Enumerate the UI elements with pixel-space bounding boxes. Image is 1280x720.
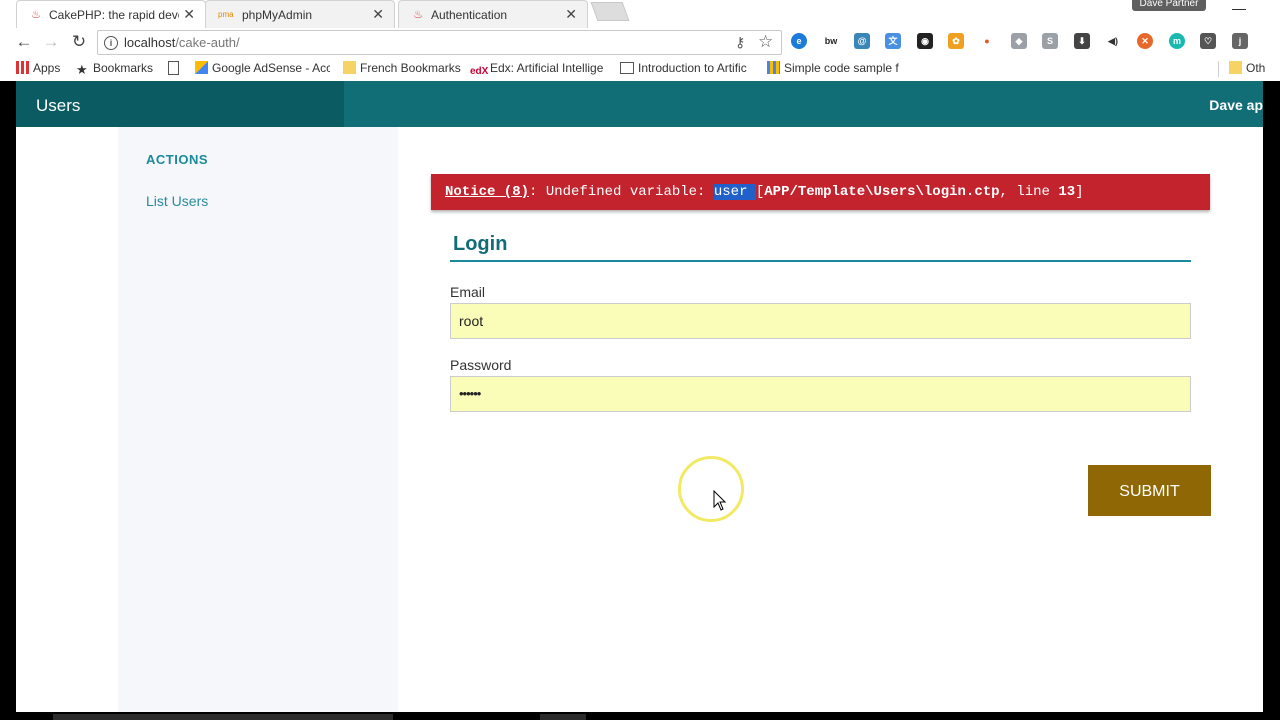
extension-skype-icon[interactable]: S	[1042, 33, 1058, 49]
bookmark-bookmarks[interactable]: ★ Bookmarks	[76, 61, 153, 76]
password-label: Password	[450, 357, 512, 373]
bookmark-separator	[1218, 61, 1219, 77]
cursor-highlight	[678, 456, 744, 522]
close-icon[interactable]: ✕	[372, 6, 384, 23]
extension-globe-icon[interactable]: e	[791, 33, 807, 49]
bookmark-other[interactable]: Oth	[1229, 61, 1269, 75]
info-icon[interactable]: i	[104, 36, 118, 50]
notice-loc-mid: , line	[999, 184, 1059, 200]
address-bar[interactable]: i localhost/cake-auth/ ⚷ ☆	[97, 30, 782, 55]
profile-badge[interactable]: Dave Partner	[1132, 0, 1206, 11]
back-arrow-icon[interactable]: ←	[14, 31, 34, 53]
extension-shield-icon[interactable]: ♡	[1200, 33, 1216, 49]
bookmark-apps[interactable]: Apps	[16, 61, 60, 75]
bookmark-label: Introduction to Artific	[638, 61, 747, 75]
browser-toolbar: ← → ↻ i localhost/cake-auth/ ⚷ ☆ e bw @ …	[0, 28, 1280, 56]
page-icon	[168, 61, 179, 75]
extension-download-icon[interactable]: ⬇	[1074, 33, 1090, 49]
cakephp-favicon-icon: ♨	[31, 9, 41, 21]
extension-orange-icon[interactable]: ✕	[1137, 33, 1153, 49]
bookmark-label: Google AdSense - Acc	[212, 61, 330, 75]
actions-sidebar: ACTIONS List Users	[118, 127, 398, 712]
screen-border-right	[1263, 81, 1280, 720]
page-icon	[620, 62, 634, 74]
tab-cakephp[interactable]: ♨ CakePHP: the rapid deve ✕	[16, 0, 206, 28]
submit-button[interactable]: SUBMIT	[1088, 465, 1211, 516]
extension-swirl-icon[interactable]: @	[854, 33, 870, 49]
adsense-icon	[195, 61, 208, 74]
tab-title: Authentication	[431, 8, 508, 22]
tab-strip: ♨ CakePHP: the rapid deve ✕ pma phpMyAdm…	[0, 0, 1280, 28]
extension-dot-icon[interactable]: ●	[979, 33, 995, 49]
actions-heading: ACTIONS	[146, 152, 208, 167]
bookmark-adsense[interactable]: Google AdSense - Acc	[195, 61, 330, 75]
app-brand[interactable]: Users	[36, 96, 80, 116]
bookmark-french[interactable]: French Bookmarks	[343, 61, 461, 75]
folder-icon	[1229, 61, 1242, 74]
bookmark-label: French Bookmarks	[360, 61, 461, 75]
tab-phpmyadmin[interactable]: pma phpMyAdmin ✕	[205, 0, 395, 28]
tab-authentication[interactable]: ♨ Authentication ✕	[398, 0, 588, 28]
close-icon[interactable]: ✕	[183, 6, 195, 23]
notice-variable: user	[713, 184, 756, 200]
bookmarks-bar: Apps ★ Bookmarks Google AdSense - Acc Fre…	[0, 56, 1280, 81]
extension-m-icon[interactable]: m	[1169, 33, 1185, 49]
bookmark-page[interactable]	[168, 61, 183, 76]
new-tab-button[interactable]	[590, 2, 630, 21]
extension-owl-icon[interactable]: ◉	[917, 33, 933, 49]
extension-flower-icon[interactable]: ✿	[948, 33, 964, 49]
login-legend: Login	[453, 233, 508, 255]
password-field[interactable]: ••••••	[450, 376, 1191, 412]
topbar-title-area: Users	[16, 81, 344, 127]
grid-icon	[767, 61, 780, 74]
taskbar-segment	[53, 714, 393, 720]
folder-icon	[343, 61, 356, 74]
bookmark-label: Simple code sample f	[784, 61, 899, 75]
forward-arrow-icon[interactable]: →	[41, 31, 61, 53]
apps-grid-icon	[16, 61, 29, 74]
notice-file: APP/Template\Users\login.ctp	[764, 184, 1000, 200]
mouse-cursor-icon	[713, 490, 727, 511]
notice-message: : Undefined variable:	[529, 184, 714, 200]
url-host: localhost	[124, 35, 176, 50]
topbar-user-link[interactable]: Dave ap	[1209, 97, 1263, 113]
bookmark-label: Apps	[33, 61, 61, 75]
extension-audio-icon[interactable]: ◀)	[1105, 33, 1121, 49]
bookmark-edx[interactable]: edX Edx: Artificial Intellige	[470, 61, 605, 79]
notice-label[interactable]: Notice (8)	[445, 184, 529, 200]
notice-loc-post: ]	[1075, 184, 1084, 200]
reload-icon[interactable]: ↻	[69, 31, 89, 53]
notice-line: 13	[1058, 184, 1076, 200]
bookmark-label: Edx: Artificial Intellige	[490, 61, 604, 75]
url-path: /cake-auth/	[175, 35, 240, 50]
extension-translate-icon[interactable]: 文	[885, 33, 901, 49]
extension-j-icon[interactable]: j	[1232, 33, 1248, 49]
app-topbar: Users Dave ap	[16, 81, 1263, 127]
bookmark-label: Bookmarks	[93, 61, 154, 75]
star-icon: ★	[76, 62, 88, 76]
extension-dropbox-icon[interactable]: ◆	[1011, 33, 1027, 49]
edx-icon: edX	[470, 66, 489, 77]
cakephp-favicon-icon: ♨	[413, 9, 423, 21]
email-field[interactable]	[450, 303, 1191, 339]
url-text[interactable]: localhost/cake-auth/	[124, 35, 240, 50]
bookmark-code-sample[interactable]: Simple code sample f	[767, 61, 903, 75]
bookmark-label: Oth	[1246, 61, 1266, 75]
minimize-icon[interactable]: —	[1232, 0, 1248, 16]
list-users-link[interactable]: List Users	[146, 193, 208, 209]
taskbar-segment	[540, 714, 586, 720]
email-label: Email	[450, 284, 486, 300]
tab-title: phpMyAdmin	[242, 8, 313, 22]
extension-bw-icon[interactable]: bw	[822, 33, 840, 49]
screen-border-left	[0, 81, 16, 720]
key-icon[interactable]: ⚷	[735, 34, 745, 51]
close-icon[interactable]: ✕	[565, 6, 577, 23]
tab-title: CakePHP: the rapid deve	[49, 8, 179, 22]
bookmark-star-icon[interactable]: ☆	[758, 32, 773, 52]
legend-divider	[450, 260, 1191, 262]
bookmark-intro-ai[interactable]: Introduction to Artific	[620, 61, 752, 75]
phpmyadmin-favicon-icon: pma	[218, 10, 234, 19]
error-notice: Notice (8): Undefined variable: user [AP…	[431, 174, 1210, 210]
